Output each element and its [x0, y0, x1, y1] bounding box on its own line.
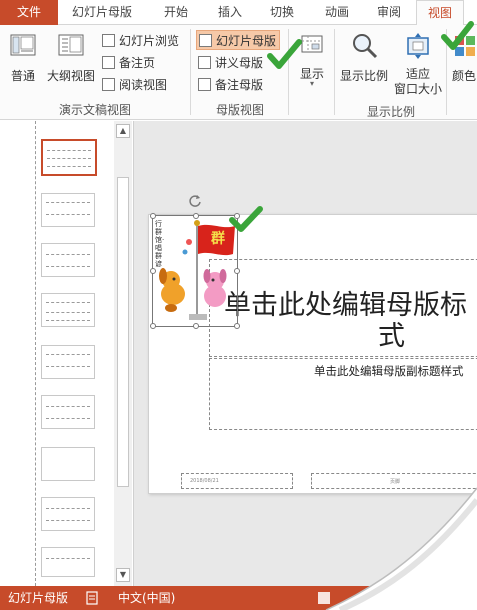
normal-view-button[interactable]: 普通 [4, 31, 42, 87]
slide-thumbnail[interactable] [41, 497, 95, 531]
resize-handle[interactable] [193, 323, 199, 329]
tab-transitions[interactable]: 切换 [258, 0, 306, 25]
resize-handle[interactable] [150, 268, 156, 274]
resize-handle[interactable] [150, 213, 156, 219]
notes-master-button[interactable]: 备注母版 [198, 75, 263, 95]
title-text-line1: 单击此处编辑母版标 [224, 290, 467, 321]
reading-view-label: 阅读视图 [119, 78, 168, 92]
outline-view-button[interactable]: 大纲视图 [44, 31, 98, 87]
tab-review[interactable]: 审阅 [366, 0, 412, 25]
slide-sorter-button[interactable]: 幻灯片浏览 [102, 31, 179, 51]
tab-home[interactable]: 开始 [150, 0, 202, 25]
scroll-down-icon[interactable]: ▼ [116, 568, 130, 582]
slide-sorter-icon [102, 34, 115, 47]
reading-view-icon [102, 78, 115, 91]
fit-window-label-line2: 窗口大小 [393, 82, 442, 96]
ribbon-view: 普通 大纲视图 幻灯片浏览 备注页 阅读视图 演示文稿视图 幻灯片母版 讲义母版… [0, 21, 477, 120]
zoom-button[interactable]: 显示比例 [338, 31, 390, 87]
notes-page-icon [102, 56, 115, 69]
title-text-line2: 式 [378, 321, 405, 352]
slide-thumbnail[interactable] [41, 345, 95, 379]
scroll-up-icon[interactable]: ▲ [116, 124, 130, 138]
outline-view-label: 大纲视图 [46, 69, 95, 83]
fit-to-window-button[interactable]: 适应 窗口大小 [392, 31, 444, 96]
slide-thumbnail[interactable] [41, 193, 95, 227]
slide-master-icon [199, 34, 212, 47]
subtitle-placeholder[interactable]: 单击此处编辑母版副标题样式 [209, 358, 477, 430]
zoom-magnifier-icon [353, 34, 378, 59]
powerpoint-window: 文件 幻灯片母版 开始 插入 切换 动画 审阅 视图 普通 大纲视图 幻灯片浏览… [0, 0, 477, 610]
color-label: 颜色 [452, 69, 477, 83]
footer-center-text: 页脚 [390, 479, 401, 485]
banner-text: 行群馆·唱群谚 [155, 220, 165, 268]
normal-view-icon [10, 34, 36, 56]
checkmark-icon [441, 21, 474, 50]
subtitle-text: 单击此处编辑母版副标题样式 [314, 364, 464, 378]
title-placeholder[interactable]: 单击此处编辑母版标 式 [209, 259, 477, 357]
selected-picture[interactable]: 群 行群馆·唱群谚 [150, 213, 240, 329]
flag-text: 群 [211, 231, 225, 247]
thumbnail-pane: ▲ ▼ [0, 121, 134, 586]
notes-master-icon [198, 78, 211, 91]
notes-page-button[interactable]: 备注页 [102, 53, 155, 73]
editing-workspace: ▲ ▼ 单击此处编辑母版标 式 单击此处编辑母版副标题样式 2018/08/21… [0, 121, 477, 586]
resize-handle[interactable] [150, 323, 156, 329]
group-label-master-views: 母版视图 [215, 103, 264, 117]
group-label-presentation-views: 演示文稿视图 [58, 103, 131, 117]
group-separator [190, 29, 191, 115]
slide-thumbnail[interactable] [41, 293, 95, 327]
group-separator [334, 29, 335, 115]
status-view-name: 幻灯片母版 [8, 591, 69, 605]
outline-view-icon [58, 34, 84, 56]
reading-view-button[interactable]: 阅读视图 [102, 75, 167, 95]
status-bar: 幻灯片母版 中文(中国) [0, 586, 477, 610]
handout-master-icon [198, 56, 211, 69]
status-language[interactable]: 中文(中国) [118, 586, 175, 610]
view-switch-icon[interactable] [318, 592, 330, 604]
handout-master-label: 讲义母版 [215, 56, 264, 70]
normal-view-label: 普通 [10, 69, 35, 83]
chevron-down-icon: ▾ [309, 79, 314, 88]
checkmark-icon [267, 39, 302, 69]
footer-placeholder[interactable]: 页脚 [311, 473, 477, 489]
tab-animations[interactable]: 动画 [312, 0, 362, 25]
notes-page-label: 备注页 [119, 56, 156, 70]
slide-thumbnail[interactable] [41, 547, 95, 577]
notes-master-label: 备注母版 [215, 78, 264, 92]
ribbon-tab-bar: 文件 幻灯片母版 开始 插入 切换 动画 审阅 视图 [0, 0, 477, 26]
slide-thumbnail[interactable] [41, 447, 95, 481]
tab-slide-master[interactable]: 幻灯片母版 [62, 0, 142, 25]
checkmark-icon [229, 206, 263, 232]
tab-file[interactable]: 文件 [0, 0, 58, 25]
slide-thumbnail[interactable] [41, 139, 97, 176]
rotate-handle-icon[interactable] [187, 193, 203, 209]
slide-thumbnail[interactable] [41, 243, 95, 277]
group-label-zoom: 显示比例 [366, 105, 415, 119]
flag-dogs-picture [159, 220, 235, 320]
slide-sorter-label: 幻灯片浏览 [119, 34, 180, 48]
show-icon [301, 35, 323, 53]
master-layout-connector [35, 121, 36, 586]
footer-date: 2018/08/21 [190, 478, 219, 484]
zoom-label: 显示比例 [339, 69, 388, 83]
resize-handle[interactable] [234, 268, 240, 274]
fit-window-icon [407, 33, 429, 59]
handout-master-button[interactable]: 讲义母版 [198, 53, 263, 73]
date-placeholder[interactable]: 2018/08/21 [181, 473, 293, 489]
notes-status-icon[interactable] [86, 591, 100, 605]
tab-insert[interactable]: 插入 [206, 0, 254, 25]
scrollbar-thumb[interactable] [117, 177, 129, 487]
resize-handle[interactable] [193, 213, 199, 219]
resize-handle[interactable] [234, 323, 240, 329]
thumbnail-scrollbar[interactable]: ▲ ▼ [114, 121, 132, 586]
slide-thumbnail[interactable] [41, 395, 95, 429]
